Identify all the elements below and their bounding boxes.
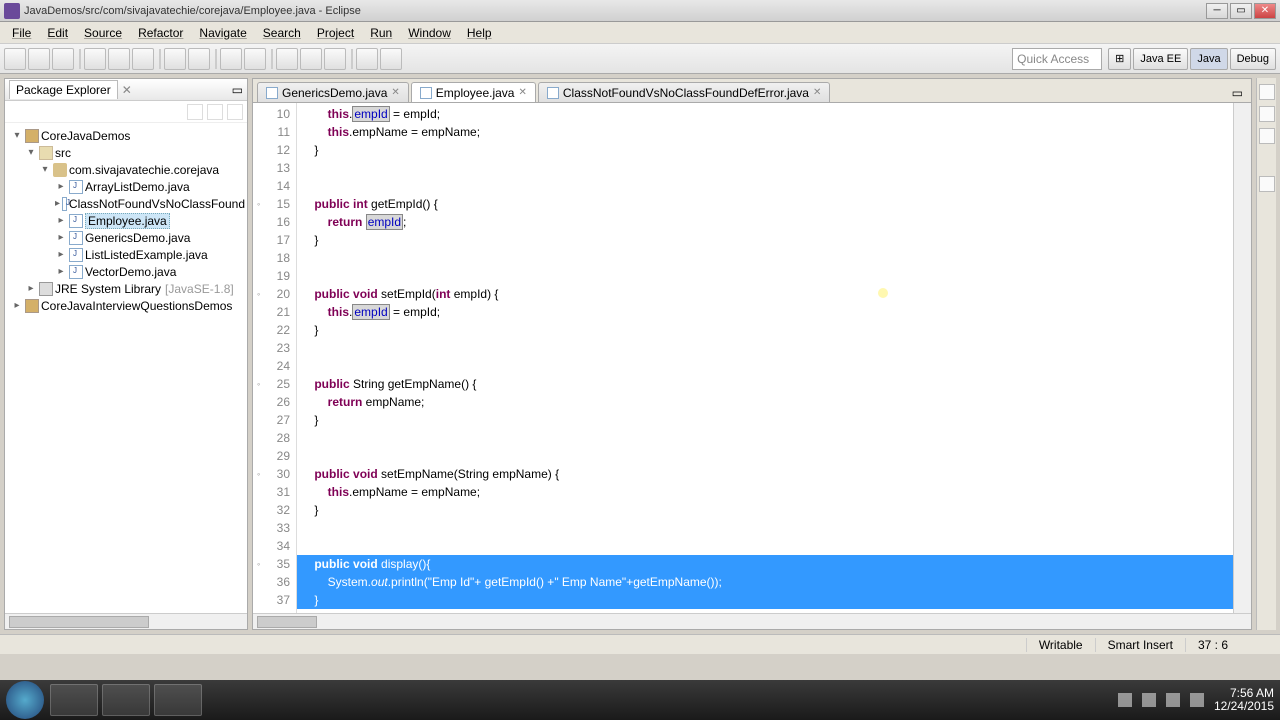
- search-button[interactable]: [244, 48, 266, 70]
- task-list-icon[interactable]: [1259, 106, 1275, 122]
- open-type-button[interactable]: [220, 48, 242, 70]
- close-tab-icon[interactable]: ✕: [391, 87, 399, 98]
- tray-up-icon[interactable]: [1118, 693, 1132, 707]
- overview-ruler[interactable]: [1233, 103, 1251, 613]
- editor-hscroll[interactable]: [253, 613, 1251, 629]
- open-perspective-button[interactable]: ⊞: [1108, 48, 1131, 70]
- new-button[interactable]: [4, 48, 26, 70]
- menu-file[interactable]: File: [4, 24, 39, 42]
- tray-flag-icon[interactable]: [1142, 693, 1156, 707]
- package-explorer-tab[interactable]: Package Explorer: [9, 80, 118, 99]
- windows-taskbar[interactable]: 7:56 AM12/24/2015: [0, 680, 1280, 720]
- tree-file[interactable]: ▸Employee.java: [7, 212, 245, 229]
- menu-bar: FileEditSourceRefactorNavigateSearchProj…: [0, 22, 1280, 44]
- system-clock[interactable]: 7:56 AM12/24/2015: [1214, 687, 1274, 713]
- tree-file[interactable]: ▸VectorDemo.java: [7, 263, 245, 280]
- editor-tab[interactable]: Employee.java✕: [411, 82, 536, 102]
- status-bar: Writable Smart Insert 37 : 6: [0, 634, 1280, 654]
- menu-source[interactable]: Source: [76, 24, 130, 42]
- close-tab-icon[interactable]: ✕: [518, 87, 526, 98]
- title-bar: JavaDemos/src/com/sivajavatechie/corejav…: [0, 0, 1280, 22]
- perspective-debug[interactable]: Debug: [1230, 48, 1276, 70]
- collapse-all-icon[interactable]: [187, 104, 203, 120]
- editor-tabs: GenericsDemo.java✕Employee.java✕ClassNot…: [253, 79, 1251, 103]
- main-toolbar: Quick Access ⊞ Java EE Java Debug: [0, 44, 1280, 74]
- tree-jre[interactable]: ▸JRE System Library[JavaSE-1.8]: [7, 280, 245, 297]
- line-gutter: 1011121314151617181920212223242526272829…: [253, 103, 297, 613]
- forward-button[interactable]: [380, 48, 402, 70]
- taskbar-item[interactable]: [50, 684, 98, 716]
- package-explorer-panel: Package Explorer ✕ ▭ ▾CoreJavaDemos ▾src…: [4, 78, 248, 630]
- outline-view-icon[interactable]: [1259, 84, 1275, 100]
- tray-network-icon[interactable]: [1166, 693, 1180, 707]
- problems-view-icon[interactable]: [1259, 128, 1275, 144]
- eclipse-icon: [4, 3, 20, 19]
- right-trim-bar: [1256, 78, 1276, 630]
- menu-refactor[interactable]: Refactor: [130, 24, 191, 42]
- close-button[interactable]: ✕: [1254, 3, 1276, 19]
- view-min-icon[interactable]: ▭: [232, 83, 243, 97]
- next-annotation-button[interactable]: [300, 48, 322, 70]
- menu-help[interactable]: Help: [459, 24, 500, 42]
- package-tree[interactable]: ▾CoreJavaDemos ▾src ▾com.sivajavatechie.…: [5, 123, 247, 613]
- menu-search[interactable]: Search: [255, 24, 309, 42]
- taskbar-item[interactable]: [102, 684, 150, 716]
- quick-access-input[interactable]: Quick Access: [1012, 48, 1102, 70]
- status-writable: Writable: [1026, 638, 1095, 652]
- menu-project[interactable]: Project: [309, 24, 362, 42]
- editor-panel: GenericsDemo.java✕Employee.java✕ClassNot…: [252, 78, 1252, 630]
- tray-volume-icon[interactable]: [1190, 693, 1204, 707]
- perspective-java[interactable]: Java: [1190, 48, 1227, 70]
- menu-navigate[interactable]: Navigate: [191, 24, 254, 42]
- pkg-hscroll[interactable]: [5, 613, 247, 629]
- tree-file[interactable]: ▸ArrayListDemo.java: [7, 178, 245, 195]
- minimized-view-icon[interactable]: [1259, 176, 1275, 192]
- editor-tab[interactable]: GenericsDemo.java✕: [257, 82, 409, 102]
- tree-file[interactable]: ▸GenericsDemo.java: [7, 229, 245, 246]
- toggle-mark-button[interactable]: [276, 48, 298, 70]
- tree-src[interactable]: ▾src: [7, 144, 245, 161]
- code-area[interactable]: this.empId = empId; this.empName = empNa…: [297, 103, 1233, 613]
- new-package-button[interactable]: [164, 48, 186, 70]
- tree-project[interactable]: ▾CoreJavaDemos: [7, 127, 245, 144]
- new-class-button[interactable]: [188, 48, 210, 70]
- view-menu-icon[interactable]: [227, 104, 243, 120]
- minimize-button[interactable]: ─: [1206, 3, 1228, 19]
- tree-file[interactable]: ▸ListListedExample.java: [7, 246, 245, 263]
- maximize-button[interactable]: ▭: [1230, 3, 1252, 19]
- menu-window[interactable]: Window: [400, 24, 459, 42]
- tree-project-2[interactable]: ▸CoreJavaInterviewQuestionsDemos: [7, 297, 245, 314]
- menu-edit[interactable]: Edit: [39, 24, 76, 42]
- status-insert: Smart Insert: [1095, 638, 1185, 652]
- start-button[interactable]: [6, 681, 44, 719]
- run-last-button[interactable]: [132, 48, 154, 70]
- status-position: 37 : 6: [1185, 638, 1240, 652]
- save-all-button[interactable]: [52, 48, 74, 70]
- perspective-javaee[interactable]: Java EE: [1133, 48, 1188, 70]
- debug-button[interactable]: [84, 48, 106, 70]
- prev-annotation-button[interactable]: [324, 48, 346, 70]
- back-button[interactable]: [356, 48, 378, 70]
- close-tab-icon[interactable]: ✕: [813, 87, 821, 98]
- tree-file[interactable]: ▸ClassNotFoundVsNoClassFound: [7, 195, 245, 212]
- menu-run[interactable]: Run: [362, 24, 400, 42]
- link-editor-icon[interactable]: [207, 104, 223, 120]
- taskbar-item[interactable]: [154, 684, 202, 716]
- code-editor[interactable]: 1011121314151617181920212223242526272829…: [253, 103, 1251, 613]
- tree-package[interactable]: ▾com.sivajavatechie.corejava: [7, 161, 245, 178]
- editor-tab[interactable]: ClassNotFoundVsNoClassFoundDefError.java…: [538, 82, 831, 102]
- save-button[interactable]: [28, 48, 50, 70]
- editor-max-icon[interactable]: ▭: [1228, 84, 1247, 102]
- window-title: JavaDemos/src/com/sivajavatechie/corejav…: [24, 5, 1206, 17]
- close-view-icon[interactable]: ✕: [122, 83, 132, 97]
- run-button[interactable]: [108, 48, 130, 70]
